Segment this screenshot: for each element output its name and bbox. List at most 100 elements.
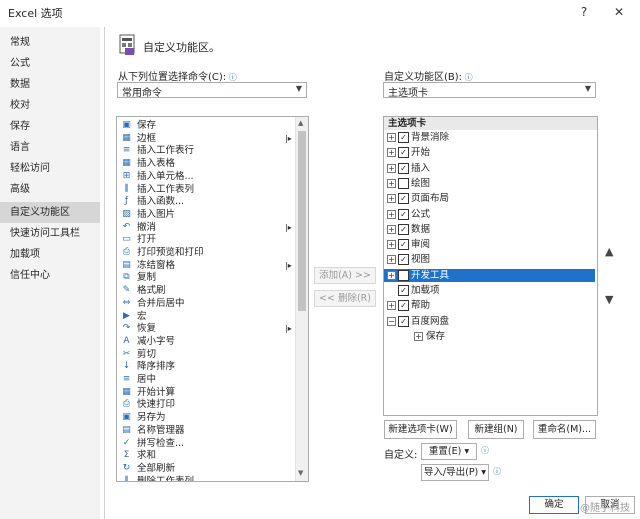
choose-commands-dropdown[interactable]: 常用命令 ▼ [117, 82, 307, 99]
command-item[interactable]: ⧉ 复制 [117, 271, 293, 284]
nav-item[interactable]: 保存 [0, 116, 100, 137]
command-item[interactable]: ⊞ 插入单元格... [117, 170, 293, 183]
command-item[interactable]: ✎ 格式刷 [117, 284, 293, 297]
command-item[interactable]: ✂ 剪切 [117, 348, 293, 361]
ribbon-tab-item[interactable]: + ✓ 背景消除 [384, 131, 595, 144]
command-item[interactable]: ▦ 边框 |▸ [117, 132, 293, 145]
close-icon[interactable]: ✕ [610, 3, 628, 21]
nav-item[interactable]: 数据 [0, 74, 100, 95]
command-item[interactable]: ↷ 恢复 |▸ [117, 322, 293, 335]
command-item[interactable]: ▭ 打开 [117, 233, 293, 246]
expand-icon[interactable]: + [387, 240, 396, 250]
command-item[interactable]: ✓ 拼写检查... [117, 437, 293, 450]
tab-checkbox[interactable]: ✓ [398, 208, 409, 220]
nav-item[interactable]: 校对 [0, 95, 100, 116]
expand-icon[interactable]: + [387, 209, 396, 219]
ribbon-tab-item[interactable]: + ✓ 数据 [384, 223, 595, 236]
command-item[interactable]: ▦ 开始计算 [117, 386, 293, 399]
tab-checkbox[interactable]: ✓ [398, 132, 409, 143]
ribbon-tab-item[interactable]: + ✓ 开始 [384, 146, 595, 159]
command-item[interactable]: ▨ 插入图片 [117, 208, 293, 221]
tab-checkbox[interactable]: ✓ [398, 147, 409, 159]
nav-item[interactable]: 自定义功能区 [0, 202, 100, 223]
command-item[interactable]: ▶ 宏 [117, 310, 293, 323]
tab-checkbox[interactable]: ✓ [398, 285, 409, 296]
nav-item[interactable]: 信任中心 [0, 265, 100, 286]
expand-icon[interactable]: + [387, 163, 396, 173]
ribbon-tab-item[interactable]: + ✓ 公式 [384, 208, 595, 221]
nav-item[interactable]: 语言 [0, 137, 100, 158]
ribbon-tab-item[interactable]: + ✓ 审阅 [384, 238, 595, 251]
ribbon-tab-item[interactable]: + ✓ 视图 [384, 253, 595, 266]
ribbon-tab-item[interactable]: + ✓ 插入 [384, 162, 595, 175]
command-item[interactable]: ↓ 降序排序 [117, 360, 293, 373]
ribbon-tab-item[interactable]: + ✓ 帮助 [384, 299, 595, 312]
add-button[interactable]: 添加(A) >> [314, 267, 376, 284]
scroll-up-icon[interactable]: ▲ [298, 119, 303, 127]
nav-item[interactable]: 轻松访问 [0, 158, 100, 179]
expand-icon[interactable]: + [387, 148, 396, 158]
collapse-icon[interactable]: − [387, 316, 396, 326]
command-item[interactable]: ▤ 名称管理器 [117, 424, 293, 437]
move-down-icon[interactable]: ▼ [605, 293, 613, 306]
expand-icon[interactable]: + [387, 224, 396, 234]
tab-checkbox[interactable]: ✓ [398, 315, 409, 327]
tab-checkbox[interactable]: ✓ [398, 162, 409, 174]
command-item[interactable]: ▣ 保存 [117, 119, 293, 132]
rename-button[interactable]: 重命名(M)... [533, 420, 596, 439]
command-item[interactable]: ⫼ 删除工作表列 [117, 475, 293, 481]
nav-item[interactable]: 常规 [0, 32, 100, 53]
tab-checkbox[interactable]: ✓ [398, 269, 409, 281]
expand-icon[interactable]: + [387, 270, 396, 280]
command-item[interactable]: ▦ 插入表格 [117, 157, 293, 170]
expand-icon[interactable]: + [387, 255, 396, 265]
expand-icon[interactable]: + [387, 133, 396, 142]
nav-item[interactable]: 快速访问工具栏 [0, 223, 100, 244]
tab-checkbox[interactable]: ✓ [398, 239, 409, 251]
command-item[interactable]: ▤ 冻结窗格 |▸ [117, 259, 293, 272]
expand-icon[interactable]: + [414, 331, 423, 341]
nav-item[interactable]: 高级 [0, 179, 100, 200]
commands-scrollbar[interactable]: ▲ ▼ [295, 117, 308, 481]
ribbon-tab-item[interactable]: + ✓ 页面布局 [384, 192, 595, 205]
reset-button[interactable]: 重置(E) ▾ [421, 443, 477, 460]
scroll-thumb[interactable] [298, 131, 306, 311]
tab-checkbox[interactable]: ✓ [398, 300, 409, 312]
ok-button[interactable]: 确定 [529, 496, 579, 514]
nav-item[interactable]: 公式 [0, 53, 100, 74]
command-item[interactable]: ⫼ 插入工作表列 [117, 183, 293, 196]
command-item[interactable]: ≡ 居中 [117, 373, 293, 386]
tab-checkbox[interactable]: ✓ [398, 254, 409, 266]
command-item[interactable]: ↻ 全部刷新 [117, 462, 293, 475]
tab-checkbox[interactable] [398, 177, 409, 189]
nav-item[interactable]: 加载项 [0, 244, 100, 265]
ribbon-tab-item[interactable]: + ✓ 开发工具 [384, 268, 595, 282]
ribbon-tab-item[interactable]: ✓ 加载项 [384, 284, 595, 297]
command-item[interactable]: ⎙ 快速打印 [117, 398, 293, 411]
move-up-icon[interactable]: ▲ [605, 245, 613, 258]
new-group-button[interactable]: 新建组(N) [468, 420, 524, 439]
command-item[interactable]: ≡ 插入工作表行 [117, 144, 293, 157]
import-export-button[interactable]: 导入/导出(P) ▾ [421, 464, 489, 481]
ribbon-group-item[interactable]: + 保存 [384, 330, 595, 343]
command-item[interactable]: ⎙ 打印预览和打印 [117, 246, 293, 259]
command-item[interactable]: ⇔ 合并后居中 [117, 297, 293, 310]
tab-checkbox[interactable]: ✓ [398, 223, 409, 235]
command-item[interactable]: Σ 求和 [117, 449, 293, 462]
command-item[interactable]: A 减小字号 [117, 335, 293, 348]
remove-button[interactable]: << 删除(R) [314, 290, 376, 307]
command-item[interactable]: ƒ 插入函数... [117, 195, 293, 208]
command-item[interactable]: ▣ 另存为 [117, 411, 293, 424]
expand-icon[interactable]: + [387, 178, 396, 188]
tab-checkbox[interactable]: ✓ [398, 193, 409, 205]
commands-list[interactable]: ▲ ▼ ▣ 保存 ▦ 边框 |▸ ≡ 插入工作表行 ▦ 插入表格 ⊞ 插入单元格... ⫼ 插入工作表列… [116, 116, 309, 482]
help-icon[interactable]: ? [575, 3, 593, 21]
ribbon-tab-item[interactable]: + 绘图 [384, 177, 595, 190]
expand-icon[interactable]: + [387, 194, 396, 204]
ribbon-tree[interactable]: 主选项卡 + ✓ 背景消除 + ✓ 开始 + ✓ 插入 + 绘图 + ✓ 页面布局 + ✓ 公式 + ✓ 数据 + ✓ 审阅… [383, 116, 598, 416]
ribbon-tabs-dropdown[interactable]: 主选项卡 ▼ [383, 82, 596, 99]
scroll-down-icon[interactable]: ▼ [298, 469, 303, 477]
ribbon-tab-item[interactable]: − ✓ 百度网盘 [384, 315, 595, 328]
new-tab-button[interactable]: 新建选项卡(W) [384, 420, 457, 439]
expand-icon[interactable]: + [387, 301, 396, 311]
